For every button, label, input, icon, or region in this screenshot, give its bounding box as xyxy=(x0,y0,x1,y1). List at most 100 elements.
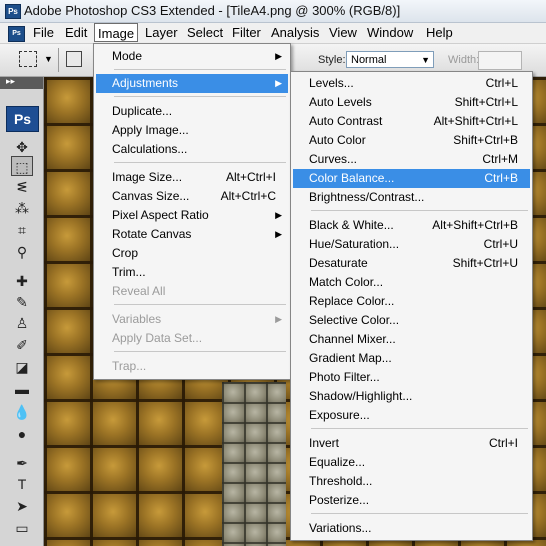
image-menu-dropdown: Mode ▶ Adjustments ▶ Duplicate... Apply … xyxy=(93,43,291,380)
submenu-arrow-icon: ▶ xyxy=(275,229,282,239)
style-select[interactable]: Normal ▼ xyxy=(346,51,434,68)
menu-item-apply-image[interactable]: Apply Image... xyxy=(96,121,288,140)
expand-icon[interactable]: ▸▸ xyxy=(6,76,15,87)
submenu-arrow-icon: ▶ xyxy=(275,51,282,61)
menu-view[interactable]: View xyxy=(326,25,360,41)
menu-item-replace-color[interactable]: Replace Color... xyxy=(293,292,530,311)
menu-item-auto-contrast[interactable]: Auto Contrast Alt+Shift+Ctrl+L xyxy=(293,112,530,131)
menu-item-trap: Trap... xyxy=(112,359,147,373)
blur-tool-icon[interactable]: 💧 xyxy=(11,402,33,422)
menu-help[interactable]: Help xyxy=(423,25,456,41)
menu-item-crop[interactable]: Crop xyxy=(96,244,288,263)
eraser-tool-icon[interactable]: ◪ xyxy=(11,357,33,377)
menu-filter[interactable]: Filter xyxy=(229,25,264,41)
menu-item-equalize[interactable]: Equalize... xyxy=(293,453,530,472)
adjustments-submenu: Levels... Ctrl+L Auto Levels Shift+Ctrl+L … xyxy=(290,71,533,541)
menu-item-photo-filter[interactable]: Photo Filter... xyxy=(293,368,530,387)
menu-item-curves[interactable]: Curves... Ctrl+M xyxy=(293,150,530,169)
style-label: Style: xyxy=(318,54,346,66)
photoshop-logo[interactable]: Ps xyxy=(6,106,39,132)
toolbox: ▸▸ Ps ✥ ⬚ ᓬ ⁂ ⌗ ⚲ ✚ ✎ ♙ ✐ ◪ ▬ 💧 ● ✒ T ➤ … xyxy=(0,76,44,546)
menu-item-trim[interactable]: Trim... xyxy=(96,263,288,282)
width-input xyxy=(478,51,522,70)
clone-stamp-tool-icon[interactable]: ♙ xyxy=(11,313,33,333)
menu-item-hue-saturation[interactable]: Hue/Saturation... Ctrl+U xyxy=(293,235,530,254)
menu-window[interactable]: Window xyxy=(364,25,416,41)
menu-item-color-balance[interactable]: Color Balance... Ctrl+B xyxy=(293,169,530,188)
menu-item-apply-data-set: Apply Data Set... xyxy=(112,331,203,345)
menu-item-brightness-contrast[interactable]: Brightness/Contrast... xyxy=(293,188,530,207)
menu-separator xyxy=(114,351,286,352)
marquee-tool-icon[interactable]: ⬚ xyxy=(11,156,33,176)
menu-separator xyxy=(114,304,286,305)
menu-item-posterize[interactable]: Posterize... xyxy=(293,491,530,510)
path-selection-tool-icon[interactable]: ➤ xyxy=(11,496,33,516)
menu-item-mode[interactable]: Mode ▶ xyxy=(96,47,288,66)
pen-tool-icon[interactable]: ✒ xyxy=(11,453,33,473)
submenu-arrow-icon: ▶ xyxy=(275,314,282,324)
magic-wand-tool-icon[interactable]: ⁂ xyxy=(11,198,33,218)
menu-item-calculations[interactable]: Calculations... xyxy=(96,140,288,159)
menu-separator xyxy=(114,162,286,163)
menu-item-channel-mixer[interactable]: Channel Mixer... xyxy=(293,330,530,349)
menu-separator xyxy=(311,513,528,514)
move-tool-icon[interactable]: ✥ xyxy=(11,137,33,157)
lasso-tool-icon[interactable]: ᓬ xyxy=(11,177,33,197)
menu-separator xyxy=(311,210,528,211)
menu-item-reveal-all: Reveal All xyxy=(112,284,166,298)
menu-item-image-size[interactable]: Image Size... Alt+Ctrl+I xyxy=(96,168,288,187)
menu-item-variations[interactable]: Variations... xyxy=(293,519,530,538)
menu-analysis[interactable]: Analysis xyxy=(268,25,322,41)
menu-bar: Ps File Edit Image Layer Select Filter A… xyxy=(0,23,546,44)
healing-brush-tool-icon[interactable]: ✚ xyxy=(11,271,33,291)
history-brush-tool-icon[interactable]: ✐ xyxy=(11,335,33,355)
menu-separator xyxy=(311,428,528,429)
window-title: Adobe Photoshop CS3 Extended - [TileA4.p… xyxy=(24,3,401,18)
divider xyxy=(58,48,59,72)
title-bar: Ps Adobe Photoshop CS3 Extended - [TileA… xyxy=(0,0,546,23)
menu-item-gradient-map[interactable]: Gradient Map... xyxy=(293,349,530,368)
marquee-preset-icon[interactable] xyxy=(19,51,37,67)
menu-item-invert[interactable]: Invert Ctrl+I xyxy=(293,434,530,453)
menu-item-adjustments[interactable]: Adjustments ▶ xyxy=(96,74,288,93)
menu-item-pixel-aspect-ratio[interactable]: Pixel Aspect Ratio ▶ xyxy=(96,206,288,225)
menu-item-match-color[interactable]: Match Color... xyxy=(293,273,530,292)
menu-item-exposure[interactable]: Exposure... xyxy=(293,406,530,425)
menu-item-rotate-canvas[interactable]: Rotate Canvas ▶ xyxy=(96,225,288,244)
menu-item-auto-color[interactable]: Auto Color Shift+Ctrl+B xyxy=(293,131,530,150)
menu-item-duplicate[interactable]: Duplicate... xyxy=(96,102,288,121)
menu-item-levels[interactable]: Levels... Ctrl+L xyxy=(293,74,530,93)
chevron-down-icon[interactable]: ▼ xyxy=(44,54,53,64)
submenu-arrow-icon: ▶ xyxy=(275,210,282,220)
menu-select[interactable]: Select xyxy=(184,25,226,41)
rectangle-tool-icon[interactable]: ▭ xyxy=(11,518,33,538)
toolbox-header[interactable]: ▸▸ xyxy=(0,76,43,89)
submenu-arrow-icon: ▶ xyxy=(275,78,282,88)
menu-image[interactable]: Image xyxy=(94,23,139,42)
type-tool-icon[interactable]: T xyxy=(11,474,33,494)
menu-file[interactable]: File xyxy=(30,25,57,41)
stone-tile-region xyxy=(222,382,286,546)
photoshop-app-icon: Ps xyxy=(5,4,21,19)
eyedropper-tool-icon[interactable]: ⚲ xyxy=(11,242,33,262)
style-value: Normal xyxy=(351,54,387,66)
menu-edit[interactable]: Edit xyxy=(62,25,90,41)
gradient-tool-icon[interactable]: ▬ xyxy=(11,379,33,399)
menu-item-canvas-size[interactable]: Canvas Size... Alt+Ctrl+C xyxy=(96,187,288,206)
menu-item-desaturate[interactable]: Desaturate Shift+Ctrl+U xyxy=(293,254,530,273)
chevron-down-icon: ▼ xyxy=(421,55,430,65)
width-label: Width: xyxy=(448,54,480,66)
menu-item-black-white[interactable]: Black & White... Alt+Shift+Ctrl+B xyxy=(293,216,530,235)
dodge-tool-icon[interactable]: ● xyxy=(11,424,33,444)
menu-layer[interactable]: Layer xyxy=(142,25,181,41)
menu-separator xyxy=(114,69,286,70)
menu-item-shadow-highlight[interactable]: Shadow/Highlight... xyxy=(293,387,530,406)
crop-tool-icon[interactable]: ⌗ xyxy=(11,220,33,240)
new-selection-icon[interactable] xyxy=(66,51,82,67)
menu-item-selective-color[interactable]: Selective Color... xyxy=(293,311,530,330)
document-icon[interactable]: Ps xyxy=(8,26,25,42)
brush-tool-icon[interactable]: ✎ xyxy=(11,292,33,312)
menu-separator xyxy=(114,96,286,97)
menu-item-auto-levels[interactable]: Auto Levels Shift+Ctrl+L xyxy=(293,93,530,112)
menu-item-threshold[interactable]: Threshold... xyxy=(293,472,530,491)
